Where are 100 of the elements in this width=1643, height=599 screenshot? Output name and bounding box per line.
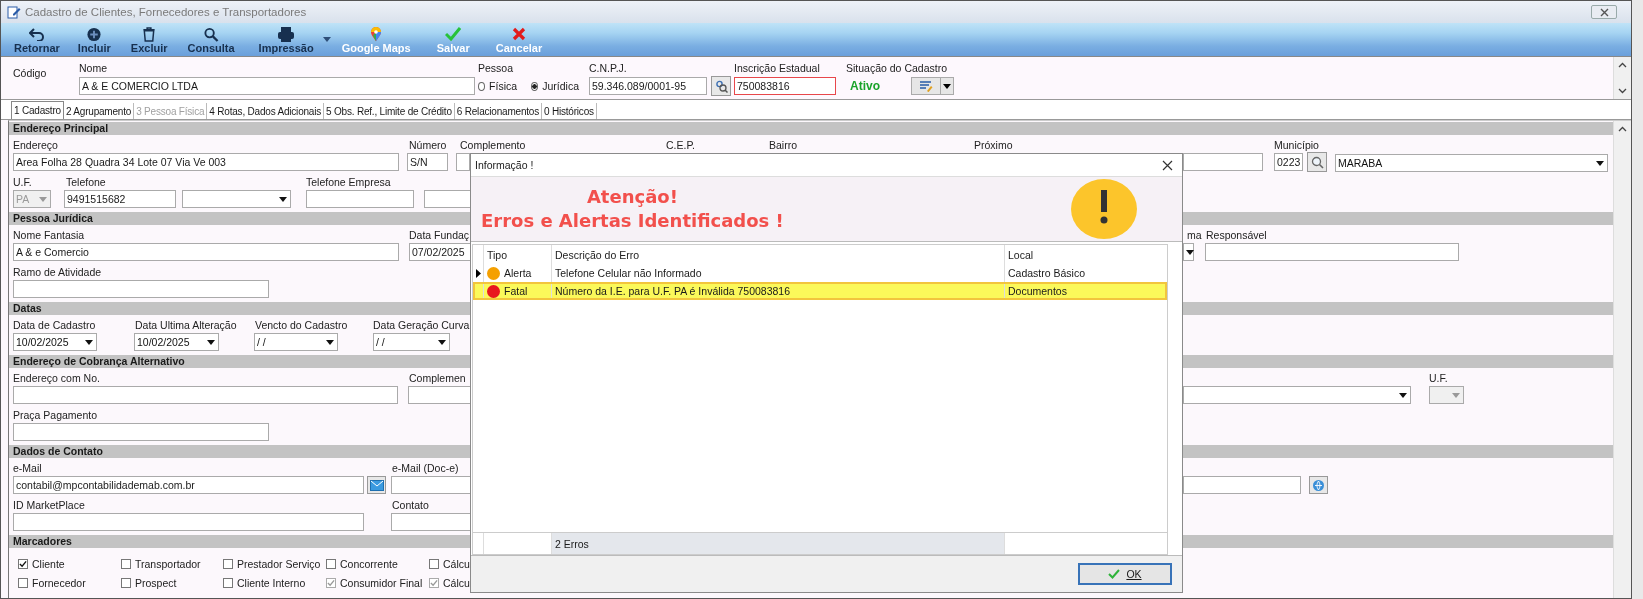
dropdown[interactable]: [1183, 243, 1194, 261]
text-field[interactable]: S/N: [407, 153, 448, 171]
field-label: Número: [408, 138, 447, 152]
text-field[interactable]: 0223: [1274, 153, 1303, 171]
checkbox-label: Concorrente: [340, 557, 398, 570]
lookup-button[interactable]: [1307, 152, 1327, 172]
undo-arrow-icon: [28, 27, 45, 41]
warning-icon: [1070, 178, 1138, 240]
checkbox[interactable]: [18, 577, 28, 588]
text-field[interactable]: [13, 423, 269, 441]
text-field[interactable]: 750083816: [734, 77, 836, 95]
tab[interactable]: 6 Relacionamentos: [454, 103, 542, 119]
list-edit-icon: [919, 80, 933, 92]
radio-button[interactable]: [531, 81, 539, 91]
close-button[interactable]: [1591, 5, 1617, 19]
checkbox[interactable]: [18, 558, 28, 569]
tab[interactable]: 0 Históricos: [542, 103, 597, 119]
menu-button[interactable]: [911, 77, 954, 95]
close-button[interactable]: [1160, 158, 1174, 172]
caret-icon: [85, 339, 93, 345]
table-row[interactable]: Fatal Número da I.E. para U.F. PA é Inválida 750083816 Documentos: [473, 282, 1167, 300]
caret-icon: [326, 339, 334, 345]
check-icon: [445, 27, 462, 41]
web-button[interactable]: [1309, 476, 1328, 494]
close-icon: [1599, 7, 1609, 17]
text-field[interactable]: [1183, 476, 1301, 494]
dropdown[interactable]: MARABA: [1335, 154, 1608, 172]
dropdown[interactable]: 10/02/2025: [134, 333, 219, 351]
text-field[interactable]: [1205, 243, 1459, 261]
text-field[interactable]: [391, 476, 471, 494]
text-field[interactable]: 07/02/2025: [409, 243, 471, 261]
dropdown[interactable]: / /: [373, 333, 450, 351]
field-label: Município: [1274, 138, 1319, 152]
text-field[interactable]: [408, 386, 471, 404]
text-field[interactable]: A & e Comercio: [13, 243, 399, 261]
field-label: Praça Pagamento: [13, 408, 99, 422]
tab[interactable]: 1 Cadastro: [11, 101, 64, 119]
field-label: Data Fundaç: [409, 228, 471, 242]
checkbox-label: Cálcu: [443, 576, 470, 589]
tab[interactable]: 5 Obs. Ref., Limite de Crédito: [324, 103, 455, 119]
text-field[interactable]: 59.346.089/0001-95: [589, 77, 707, 95]
checkmark-icon: [19, 559, 27, 568]
trash-icon: [142, 27, 157, 42]
text-field[interactable]: [424, 190, 471, 208]
text-field[interactable]: [13, 386, 398, 404]
text-field[interactable]: Area Folha 28 Quadra 34 Lote 07 Via Ve 003: [13, 153, 399, 171]
lookup-button[interactable]: [711, 76, 731, 96]
plus-icon: [86, 27, 103, 42]
caret-icon: [1452, 392, 1460, 398]
field-label: U.F.: [13, 175, 33, 189]
field-label: Responsável: [1206, 228, 1268, 242]
envelope-icon: [369, 479, 384, 491]
close-icon: [1161, 159, 1173, 171]
text-field[interactable]: 9491515682: [64, 190, 176, 208]
caret-icon: [1399, 392, 1407, 398]
field-label: e-Mail: [13, 461, 43, 475]
text-field[interactable]: A & E COMERCIO LTDA: [79, 77, 475, 95]
text-field[interactable]: [13, 280, 269, 298]
checkbox[interactable]: [121, 577, 131, 588]
tab[interactable]: 2 Agrupamento: [63, 103, 135, 119]
text-field[interactable]: [306, 190, 414, 208]
checkbox[interactable]: [121, 558, 131, 569]
checkbox-label: Consumidor Final: [340, 576, 423, 589]
checkbox[interactable]: [326, 558, 336, 569]
checkbox[interactable]: [223, 558, 233, 569]
checkbox[interactable]: [429, 558, 439, 569]
field-label: Complemen: [409, 371, 467, 385]
x-icon: [511, 27, 526, 41]
text-field[interactable]: [1183, 153, 1263, 171]
dropdown[interactable]: / /: [254, 333, 338, 351]
caret-icon: [279, 196, 287, 202]
ok-button[interactable]: OK: [1078, 563, 1172, 585]
globe-icon: [1312, 478, 1325, 492]
field-label: Endereço: [13, 138, 58, 152]
field-label: Situação do Cadastro: [846, 60, 948, 75]
field-label: Código: [13, 66, 48, 80]
text-field[interactable]: [456, 153, 470, 171]
chevron-up-icon: [1618, 62, 1627, 68]
scrollbar[interactable]: [1613, 57, 1631, 99]
caret-icon: [1186, 249, 1194, 255]
tab[interactable]: 4 Rotas, Dados Adicionais: [207, 103, 325, 119]
field-label: Data Geração Curva: [373, 318, 471, 332]
text-field[interactable]: [391, 513, 471, 531]
dropdown[interactable]: 10/02/2025: [13, 333, 97, 351]
field-label: Nome Fantasia: [13, 228, 86, 242]
scrollbar[interactable]: [1613, 121, 1631, 598]
field-label: Complemento: [459, 138, 526, 152]
radio-button[interactable]: [478, 81, 486, 91]
field-label: Nome: [79, 60, 108, 75]
field-label: Data de Cadastro: [13, 318, 97, 332]
status-text: Ativo: [849, 79, 881, 93]
checkbox-label: Cliente: [32, 557, 65, 570]
text-field[interactable]: contabil@mpcontabilidademab.com.br: [13, 476, 364, 494]
checkbox[interactable]: [223, 577, 233, 588]
checkbox-label: Cliente Interno: [237, 576, 306, 589]
text-field[interactable]: [13, 513, 364, 531]
checkmark-icon: [430, 578, 438, 587]
column-header: Local: [1004, 245, 1169, 264]
caret-icon: [943, 83, 951, 89]
email-button[interactable]: [367, 476, 386, 494]
